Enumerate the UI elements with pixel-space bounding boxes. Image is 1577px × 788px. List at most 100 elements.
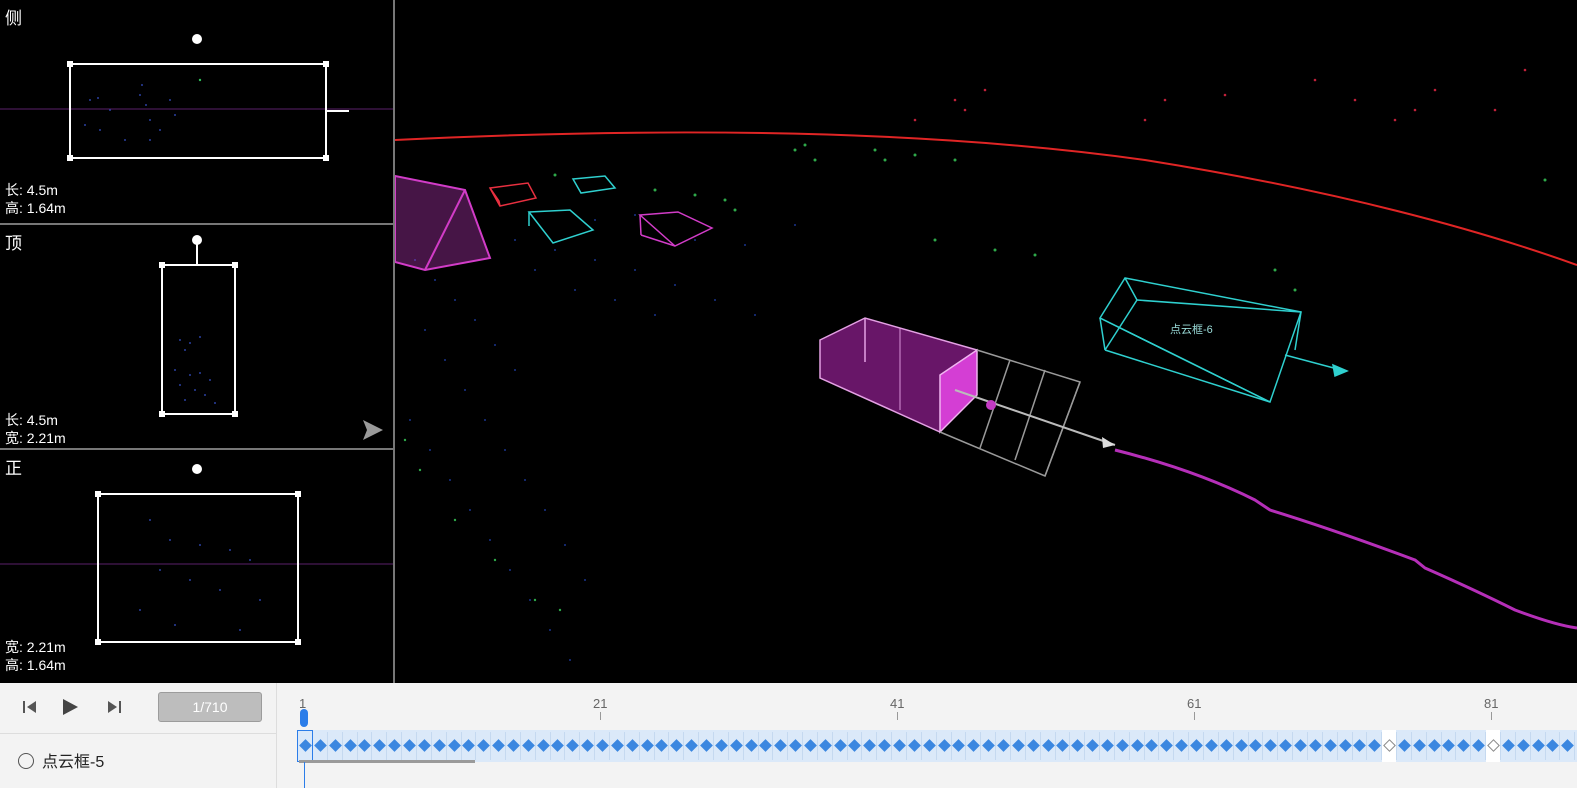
trajectory-line [1114,448,1577,630]
keyframe-separator [1247,732,1249,760]
playback-bar: 1/710 点云框-5 1 21 41 61 81 [0,683,1577,788]
keyframe-separator [1188,732,1190,760]
keyframe-separator [1306,732,1308,760]
keyframe-separator [1232,732,1234,760]
top-view-title: 顶 [5,234,22,253]
object-label: 点云框-5 [42,754,105,771]
keyframe-separator [950,732,952,760]
transport-row: 1/710 [0,683,276,734]
keyframe-separator [534,732,536,760]
playhead-line [304,762,305,788]
bbox-red [488,182,538,207]
object-list-item[interactable]: 点云框-5 [18,748,104,772]
bbox-magenta-mid [638,211,714,247]
keyframe-separator [980,732,982,760]
keyframe-separator [742,732,744,760]
keyframe-separator [1113,732,1115,760]
skip-previous-icon[interactable] [22,699,38,715]
keyframe-separator [475,732,477,760]
distant-red-points [913,68,1527,122]
frame-counter[interactable]: 1/710 [158,692,262,722]
front-height-label: 高: 1.64m [5,657,66,673]
keyframe-separator [1158,732,1160,760]
top-view-panel[interactable]: 顶 长: 4.5m 宽: 2.21m [0,225,393,450]
top-width-label: 宽: 2.21m [5,430,66,446]
keyframe-separator [876,732,878,760]
side-view-title: 侧 [5,9,22,28]
side-view-canvas [0,34,393,161]
keyframe-separator [623,732,625,760]
tick-label: 21 [593,696,608,711]
keyframe-separator [341,732,343,760]
keyframe-separator [430,732,432,760]
send-arrow-icon[interactable] [360,417,386,443]
keyframe-separator [1039,732,1041,760]
keyframe-separator [1217,732,1219,760]
keyframe-separator [1099,732,1101,760]
skip-next-icon[interactable] [106,699,122,715]
keyframe-separator [698,732,700,760]
keyframe-separator [326,732,328,760]
keyframe-separator [579,732,581,760]
bbox-selected [819,317,1116,477]
keyframe-separator [401,732,403,760]
keyframe-separator [1321,732,1323,760]
top-view-canvas [159,235,238,417]
tick-label: 61 [1187,696,1202,711]
keyframe-separator [1262,732,1264,760]
keyframe-separator [1514,732,1516,760]
keyframe-separator [1396,732,1398,760]
playhead-handle[interactable] [300,709,308,727]
keyframe-separator [594,732,596,760]
bbox-label-text: 点云框-6 [1170,323,1213,336]
keyframe-separator [1277,732,1279,760]
playback-controls: 1/710 点云框-5 [0,683,277,788]
keyframe-separator [1054,732,1056,760]
front-width-label: 宽: 2.21m [5,639,66,655]
front-view-panel[interactable]: 正 宽: 2.21m 高: 1.64m [0,450,393,683]
bbox-far-left [395,174,492,272]
keyframe-separator [846,732,848,760]
keyframe-separator [386,732,388,760]
keyframe-separator [1410,732,1412,760]
boundary-curve [395,131,1577,266]
keyframe-separator [1292,732,1294,760]
keyframe-separator [371,732,373,760]
keyframe-separator [1143,732,1145,760]
side-length-label: 长: 4.5m [5,182,58,198]
keyframe-separator [757,732,759,760]
timeline[interactable]: 1 21 41 61 81 [277,683,1577,788]
rotate-handle [192,235,202,245]
current-frame-cell[interactable] [297,730,313,762]
keyframe-separator [906,732,907,760]
keyframe-separator [1128,732,1130,760]
keyframe-separator [356,732,358,760]
keyframe-separator [415,732,417,760]
keyframe-separator [1009,732,1011,760]
loaded-progress [299,760,475,763]
keyframe-separator [772,732,774,760]
keyframe-separator [1455,732,1457,760]
keyframe-separator [727,732,729,760]
tick-label: 41 [890,696,905,711]
point-cloud-canvas: 点云框-6 [395,68,1577,661]
keyframe-separator [831,732,833,760]
front-view-title: 正 [5,459,22,478]
side-view-panel[interactable]: 侧 长: 4.5m 高: 1.64m [0,0,393,225]
ground-points [409,214,796,661]
keyframe-separator [1069,732,1071,760]
keyframe-separator [995,732,997,760]
point-cloud-3d-view[interactable]: 点云框-6 [395,0,1577,683]
rotate-handle [192,34,202,44]
keyframe-separator [609,732,610,760]
keyframe-separator [802,732,804,760]
keyframe-separator [490,732,492,760]
keyframe-separator [668,732,670,760]
keyframe-separator [1024,732,1026,760]
keyframe-separator [935,732,937,760]
visibility-radio[interactable] [18,753,34,769]
keyframe-separator [920,732,922,760]
keyframe-separator [712,732,714,760]
keyframe-separator [1173,732,1175,760]
play-icon[interactable] [60,697,80,717]
